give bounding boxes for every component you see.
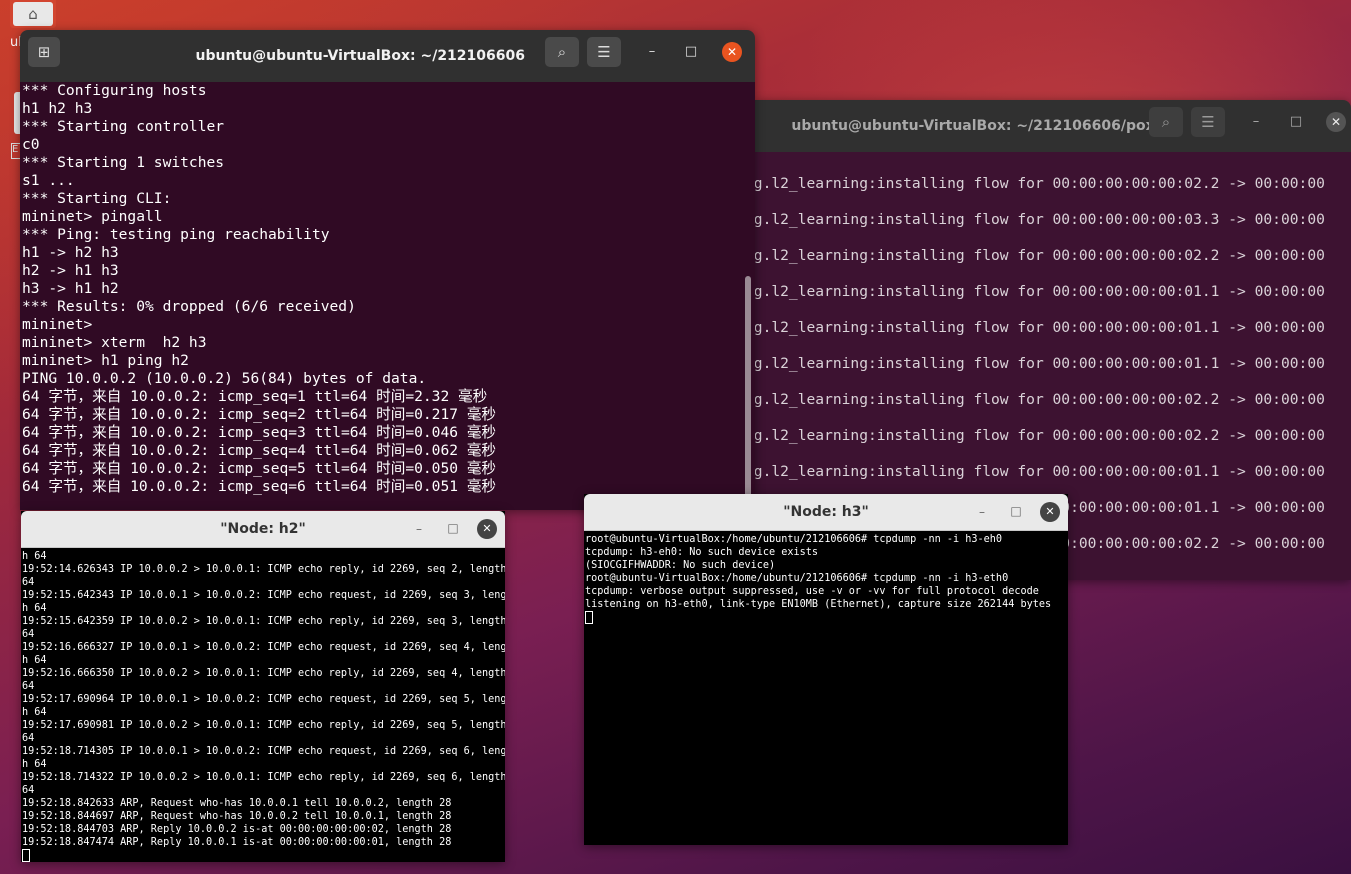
- terminal-line: ng.l2_learning:installing flow for 00:00…: [755, 463, 1325, 480]
- maximize-icon[interactable]: □: [1006, 501, 1026, 521]
- search-icon[interactable]: ⌕: [545, 37, 579, 67]
- terminal-line: 64: [22, 681, 35, 692]
- hamburger-menu-icon[interactable]: ☰: [1191, 107, 1225, 137]
- terminal-cursor: [585, 611, 593, 624]
- new-tab-icon[interactable]: ⊞: [28, 37, 60, 67]
- terminal-line: h1 -> h2 h3: [22, 244, 119, 261]
- terminal-line: 64 字节，来自 10.0.0.2: icmp_seq=4 ttl=64 时间=…: [22, 442, 497, 459]
- terminal-line: ng.l2_learning:installing flow for 00:00…: [755, 427, 1325, 444]
- terminal-line: 19:52:18.844697 ARP, Request who-has 10.…: [22, 811, 452, 822]
- hamburger-menu-icon[interactable]: ☰: [587, 37, 621, 67]
- terminal-line: *** Ping: testing ping reachability: [22, 226, 330, 243]
- terminal-line: 19:52:17.690981 IP 10.0.0.2 > 10.0.0.1: …: [22, 720, 505, 731]
- xterm-h2-output: h 64 19:52:14.626343 IP 10.0.0.2 > 10.0.…: [22, 550, 505, 862]
- terminal-cursor: [22, 849, 30, 862]
- terminal-line: ng.l2_learning:installing flow for 00:00…: [755, 355, 1325, 372]
- terminal-line: 64 字节，来自 10.0.0.2: icmp_seq=1 ttl=64 时间=…: [22, 388, 488, 405]
- terminal-line: ng.l2_learning:installing flow for 00:00…: [755, 283, 1325, 300]
- terminal-line: h 64: [22, 759, 47, 770]
- xterm-h2-body[interactable]: h 64 19:52:14.626343 IP 10.0.0.2 > 10.0.…: [21, 548, 505, 862]
- terminal-line: 19:52:18.844703 ARP, Reply 10.0.0.2 is-a…: [22, 824, 452, 835]
- terminal-line: mininet>: [22, 316, 93, 333]
- main-terminal-output: *** Configuring hosts h1 h2 h3 *** Start…: [22, 82, 496, 496]
- xterm-node-h2-window[interactable]: "Node: h2" – □ ✕ h 64 19:52:14.626343 IP…: [21, 511, 505, 862]
- main-terminal-title: ubuntu@ubuntu-VirtualBox: ~/212106606: [195, 48, 525, 64]
- terminal-line: 19:52:18.714305 IP 10.0.0.1 > 10.0.0.2: …: [22, 746, 505, 757]
- xterm-h3-title: "Node: h3": [783, 504, 869, 520]
- close-icon[interactable]: ✕: [1040, 502, 1060, 522]
- terminal-line: 64 字节，来自 10.0.0.2: icmp_seq=2 ttl=64 时间=…: [22, 406, 497, 423]
- terminal-line: *** Starting controller: [22, 118, 225, 135]
- terminal-line: h1 h2 h3: [22, 100, 93, 117]
- terminal-line: ng.l2_learning:installing flow for 00:00…: [755, 247, 1325, 264]
- xterm-h2-title: "Node: h2": [220, 521, 306, 537]
- scrollbar-thumb[interactable]: [745, 276, 751, 510]
- terminal-line: 64 字节，来自 10.0.0.2: icmp_seq=3 ttl=64 时间=…: [22, 424, 497, 441]
- terminal-line: ng.l2_learning:installing flow for 00:00…: [755, 175, 1325, 192]
- home-icon[interactable]: ⌂: [13, 2, 53, 26]
- minimize-icon[interactable]: –: [1246, 112, 1266, 132]
- terminal-line: 19:52:17.690964 IP 10.0.0.1 > 10.0.0.2: …: [22, 694, 505, 705]
- terminal-line: 19:52:18.842633 ARP, Request who-has 10.…: [22, 798, 452, 809]
- terminal-line: *** Results: 0% dropped (6/6 received): [22, 298, 356, 315]
- terminal-line: mininet> pingall: [22, 208, 163, 225]
- terminal-line: 19:52:15.642359 IP 10.0.0.2 > 10.0.0.1: …: [22, 616, 505, 627]
- terminal-line: 64: [22, 629, 35, 640]
- pox-terminal-title: ubuntu@ubuntu-VirtualBox: ~/212106606/po…: [791, 118, 1155, 134]
- close-icon[interactable]: ✕: [722, 42, 742, 62]
- close-icon[interactable]: ✕: [1326, 112, 1346, 132]
- terminal-line: 64: [22, 577, 35, 588]
- terminal-line: listening on h3-eth0, link-type EN10MB (…: [585, 599, 1052, 610]
- terminal-line: 19:52:18.847474 ARP, Reply 10.0.0.1 is-a…: [22, 837, 452, 848]
- terminal-line: PING 10.0.0.2 (10.0.0.2) 56(84) bytes of…: [22, 370, 427, 387]
- terminal-line: 19:52:18.714322 IP 10.0.0.2 > 10.0.0.1: …: [22, 772, 505, 783]
- minimize-icon[interactable]: –: [642, 42, 662, 62]
- terminal-line: *** Starting 1 switches: [22, 154, 225, 171]
- terminal-line: ng.l2_learning:installing flow for 00:00…: [755, 211, 1325, 228]
- terminal-line: 64: [22, 733, 35, 744]
- minimize-icon[interactable]: –: [972, 502, 992, 522]
- terminal-line: 64: [22, 785, 35, 796]
- terminal-line: 19:52:14.626343 IP 10.0.0.2 > 10.0.0.1: …: [22, 564, 505, 575]
- terminal-line: (SIOCGIFHWADDR: No such device): [585, 560, 776, 571]
- terminal-line: h3 -> h1 h2: [22, 280, 119, 297]
- xterm-h3-output: root@ubuntu-VirtualBox:/home/ubuntu/2121…: [585, 533, 1051, 625]
- terminal-line: 64 字节，来自 10.0.0.2: icmp_seq=6 ttl=64 时间=…: [22, 478, 497, 495]
- terminal-line: ng.l2_learning:installing flow for 00:00…: [755, 319, 1325, 336]
- terminal-line: 19:52:15.642343 IP 10.0.0.1 > 10.0.0.2: …: [22, 590, 505, 601]
- maximize-icon[interactable]: □: [443, 518, 463, 538]
- terminal-line: *** Configuring hosts: [22, 82, 207, 99]
- terminal-line: s1 ...: [22, 172, 75, 189]
- terminal-line: h 64: [22, 707, 47, 718]
- minimize-icon[interactable]: –: [409, 519, 429, 539]
- terminal-line: 19:52:16.666327 IP 10.0.0.1 > 10.0.0.2: …: [22, 642, 505, 653]
- terminal-line: h 64: [22, 655, 47, 666]
- close-icon[interactable]: ✕: [477, 519, 497, 539]
- terminal-line: mininet> xterm h2 h3: [22, 334, 207, 351]
- xterm-node-h3-window[interactable]: "Node: h3" – □ ✕ root@ubuntu-VirtualBox:…: [584, 494, 1068, 845]
- terminal-line: h2 -> h1 h3: [22, 262, 119, 279]
- terminal-line: root@ubuntu-VirtualBox:/home/ubuntu/2121…: [585, 573, 1009, 584]
- main-terminal-window[interactable]: ubuntu@ubuntu-VirtualBox: ~/212106606 ⊞ …: [20, 30, 755, 510]
- terminal-line: root@ubuntu-VirtualBox:/home/ubuntu/2121…: [585, 534, 1003, 545]
- terminal-line: mininet> h1 ping h2: [22, 352, 189, 369]
- terminal-line: c0: [22, 136, 40, 153]
- terminal-line: h 64: [22, 551, 47, 562]
- terminal-line: tcpdump: h3-eh0: No such device exists: [585, 547, 819, 558]
- xterm-h3-body[interactable]: root@ubuntu-VirtualBox:/home/ubuntu/2121…: [584, 531, 1068, 845]
- maximize-icon[interactable]: □: [681, 42, 701, 62]
- terminal-line: ng.l2_learning:installing flow for 00:00…: [755, 391, 1325, 408]
- terminal-line: tcpdump: verbose output suppressed, use …: [585, 586, 1039, 597]
- main-terminal-body[interactable]: *** Configuring hosts h1 h2 h3 *** Start…: [20, 82, 755, 510]
- terminal-line: 64 字节，来自 10.0.0.2: icmp_seq=5 ttl=64 时间=…: [22, 460, 497, 477]
- maximize-icon[interactable]: □: [1286, 112, 1306, 132]
- search-icon[interactable]: ⌕: [1149, 107, 1183, 137]
- terminal-line: *** Starting CLI:: [22, 190, 172, 207]
- terminal-line: 19:52:16.666350 IP 10.0.0.2 > 10.0.0.1: …: [22, 668, 505, 679]
- terminal-line: h 64: [22, 603, 47, 614]
